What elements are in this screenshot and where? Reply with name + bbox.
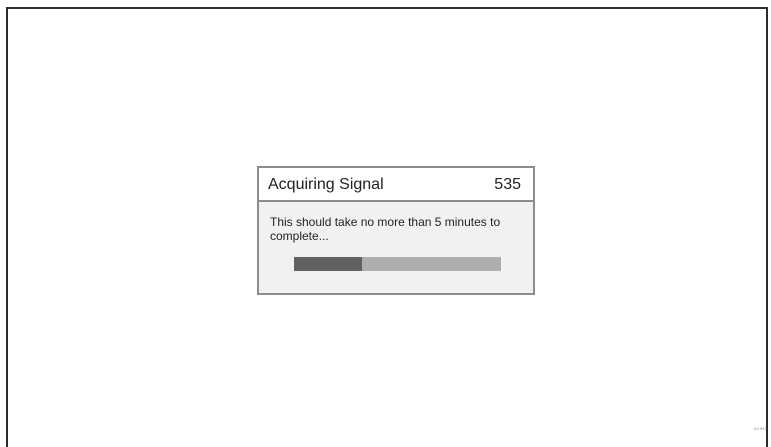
dialog-message: This should take no more than 5 minutes … [270,215,526,243]
dialog-header: Acquiring Signal 535 [259,168,533,202]
figure-code: AC909 [754,426,767,431]
progress-bar-fill [294,257,362,271]
progress-bar [294,257,501,271]
dialog-title: Acquiring Signal [268,176,384,194]
tv-screen-frame: Acquiring Signal 535 This should take no… [6,7,768,447]
signal-count: 535 [494,176,521,194]
acquiring-signal-dialog: Acquiring Signal 535 This should take no… [257,166,535,295]
